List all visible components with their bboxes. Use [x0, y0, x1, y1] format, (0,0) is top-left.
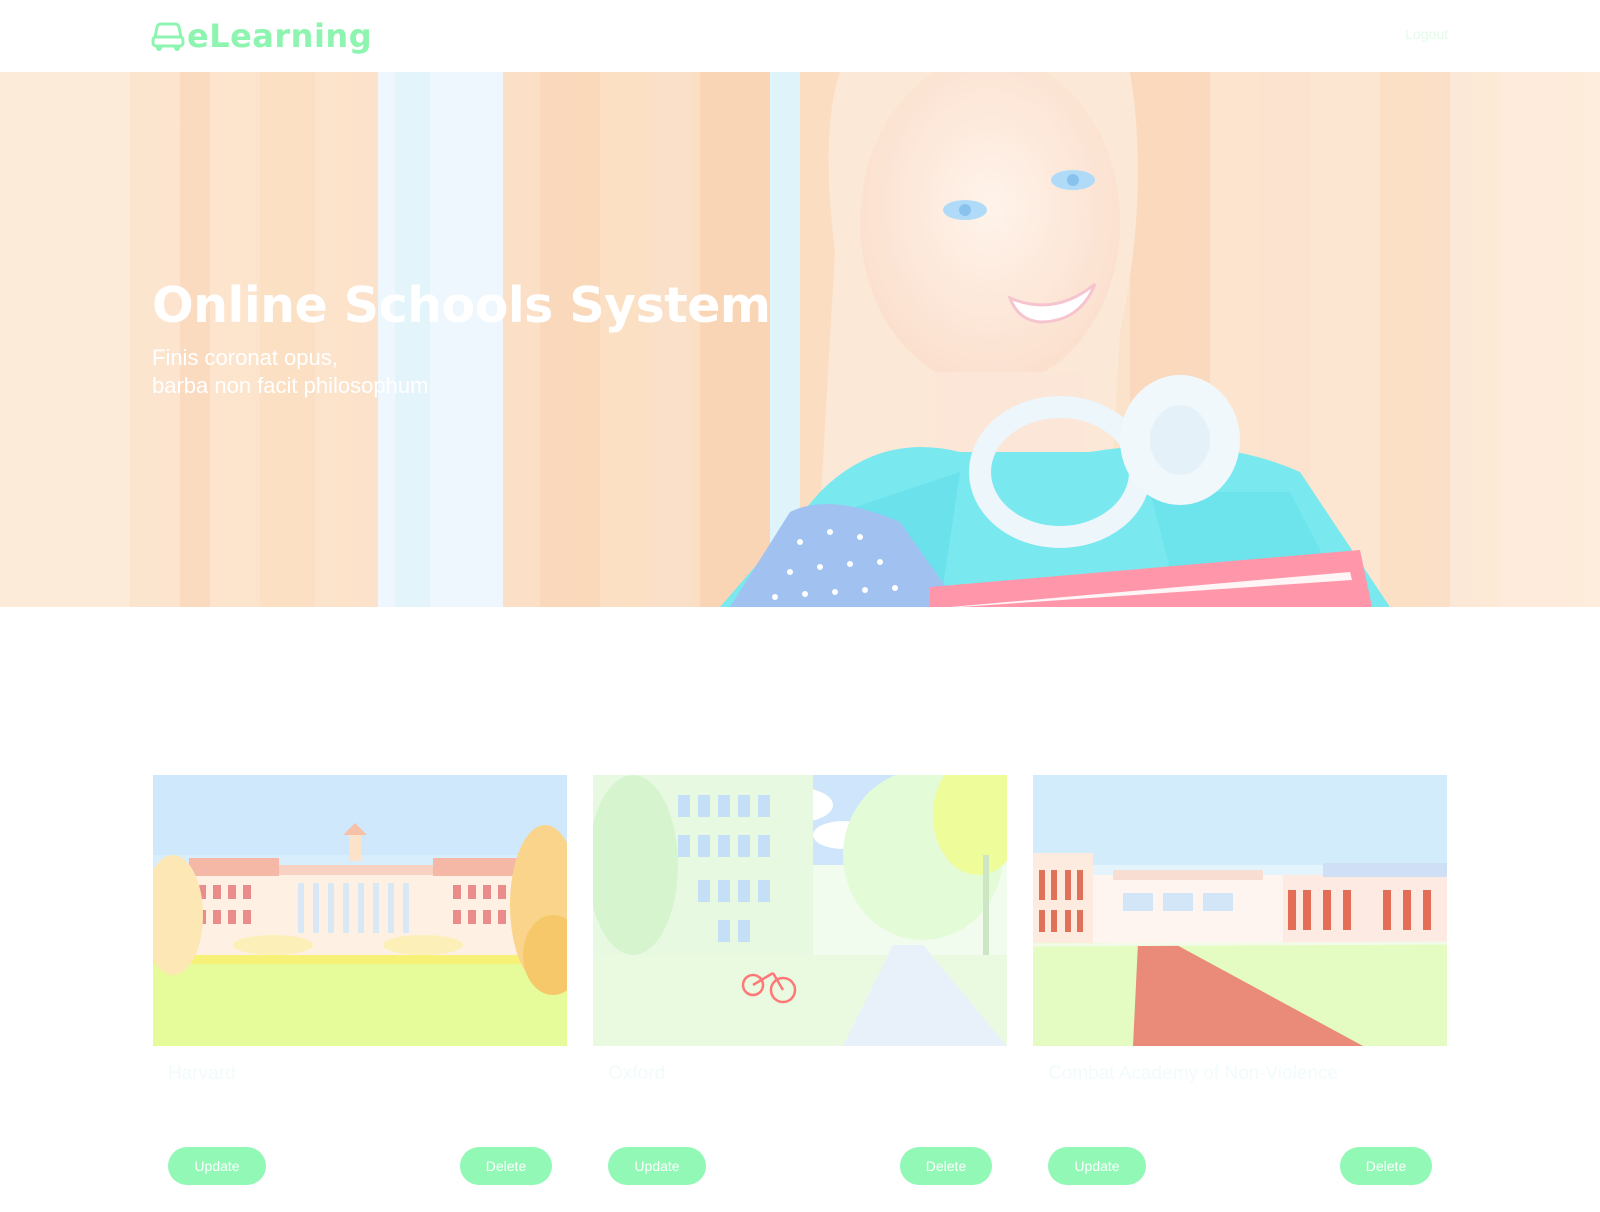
graduation-cap-icon — [151, 22, 185, 51]
update-button[interactable]: Update — [1048, 1147, 1146, 1185]
school-photo — [1033, 775, 1447, 1046]
hero-title: Online Schools System — [152, 277, 771, 334]
school-name: Harvard — [168, 1063, 236, 1084]
delete-button[interactable]: Delete — [1340, 1147, 1432, 1185]
brand-logo-link[interactable]: eLearning — [151, 14, 372, 58]
hero-subtitle-line1: Finis coronat opus, — [152, 345, 338, 370]
delete-button[interactable]: Delete — [460, 1147, 552, 1185]
logout-link[interactable]: Logout — [1405, 26, 1448, 42]
school-photo — [593, 775, 1007, 1046]
school-name: Oxford — [608, 1063, 666, 1084]
brand-name: eLearning — [187, 17, 373, 55]
hero-banner: Online Schools System Finis coronat opus… — [0, 72, 1600, 607]
hero-subtitle-line2: barba non facit philosophum — [152, 373, 429, 398]
school-card-list: Harvard Update Delete Oxford Update Dele… — [153, 775, 1449, 1205]
delete-button[interactable]: Delete — [900, 1147, 992, 1185]
navbar: eLearning Logout — [0, 0, 1600, 72]
hero-photo — [0, 72, 1600, 607]
school-card: Oxford Update Delete — [593, 775, 1007, 1205]
school-photo — [153, 775, 567, 1046]
update-button[interactable]: Update — [168, 1147, 266, 1185]
school-card: Harvard Update Delete — [153, 775, 567, 1205]
update-button[interactable]: Update — [608, 1147, 706, 1185]
school-card: Combat Academy of Non-Violence Update De… — [1033, 775, 1447, 1205]
school-name: Combat Academy of Non-Violence — [1048, 1063, 1339, 1084]
